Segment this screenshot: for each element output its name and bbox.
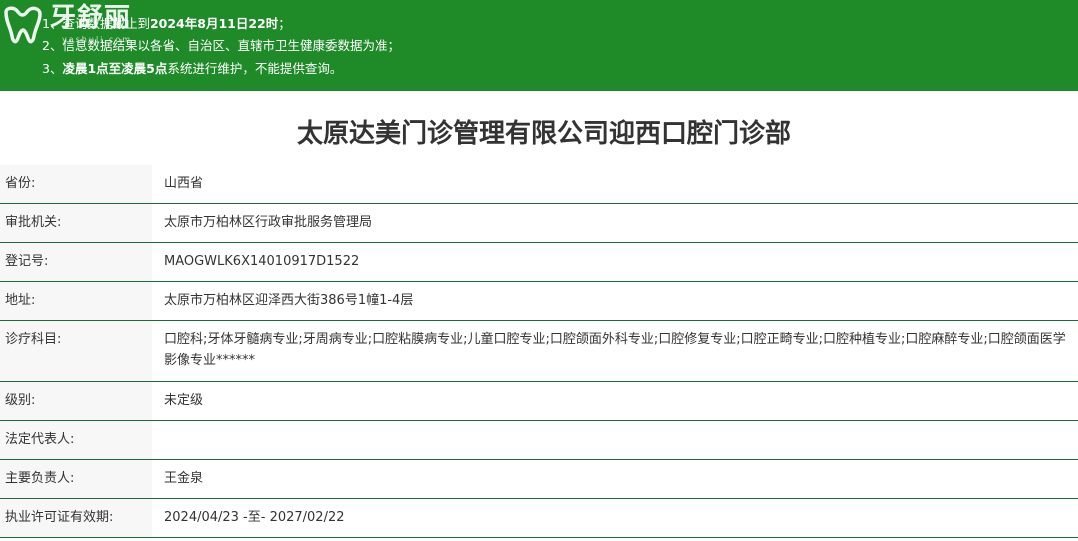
- row-label: 诊疗科目:: [0, 321, 152, 381]
- row-label: 地址:: [0, 282, 152, 320]
- notice-line-1: 1、查询数据截止到2024年8月11日22时；: [42, 16, 291, 32]
- notice-1-prefix: 1、查询数据截止到: [42, 16, 150, 31]
- tooth-logo-icon: [4, 6, 42, 44]
- table-row-principal: 主要负责人: 王金泉: [0, 460, 1078, 499]
- row-value: 太原市万柏林区迎泽西大街386号1幢1-4层: [164, 293, 414, 308]
- notice-1-suffix: ；: [278, 16, 291, 31]
- table-row-approval-authority: 审批机关: 太原市万柏林区行政审批服务管理局: [0, 204, 1078, 243]
- clinic-info-table: 省份: 山西省 审批机关: 太原市万柏林区行政审批服务管理局 登记号: MAOG…: [0, 165, 1078, 538]
- table-row-license-validity: 执业许可证有效期: 2024/04/23 -至- 2027/02/22: [0, 499, 1078, 538]
- table-row-level: 级别: 未定级: [0, 382, 1078, 421]
- row-label: 级别:: [0, 382, 152, 420]
- table-row-province: 省份: 山西省: [0, 165, 1078, 204]
- row-label: 登记号:: [0, 243, 152, 281]
- row-value: 太原市万柏林区行政审批服务管理局: [164, 215, 373, 230]
- row-label: 法定代表人:: [0, 421, 152, 459]
- notice-3-suffix: 系统进行维护，不能提供查询。: [167, 61, 343, 76]
- page-title: 太原达美门诊管理有限公司迎西口腔门诊部: [296, 119, 791, 149]
- row-value: [152, 421, 1078, 459]
- row-value: 王金泉: [164, 471, 204, 486]
- row-label: 省份:: [0, 165, 152, 203]
- row-value: MAOGWLK6X14010917D1522: [164, 254, 360, 269]
- row-value: 未定级: [164, 393, 204, 408]
- row-label: 执业许可证有效期:: [0, 499, 152, 537]
- table-row-address: 地址: 太原市万柏林区迎泽西大街386号1幢1-4层: [0, 282, 1078, 321]
- notice-line-2: 2、信息数据结果以各省、自治区、直辖市卫生健康委数据为准；: [42, 38, 400, 53]
- row-value: 山西省: [164, 176, 204, 191]
- row-value: 2024/04/23 -至- 2027/02/22: [164, 510, 345, 525]
- table-row-legal-representative: 法定代表人:: [0, 421, 1078, 460]
- row-label: 审批机关:: [0, 204, 152, 242]
- notice-1-date: 2024年8月11日22时: [149, 16, 279, 31]
- notice-3-prefix: 3、: [42, 61, 63, 76]
- row-value: 口腔科;牙体牙髓病专业;牙周病专业;口腔粘膜病专业;儿童口腔专业;口腔颌面外科专…: [164, 332, 1066, 368]
- table-row-registration-number: 登记号: MAOGWLK6X14010917D1522: [0, 243, 1078, 282]
- notice-3-bold: 凌晨1点至凌晨5点: [62, 61, 168, 76]
- table-row-departments: 诊疗科目: 口腔科;牙体牙髓病专业;牙周病专业;口腔粘膜病专业;儿童口腔专业;口…: [0, 321, 1078, 382]
- row-label: 主要负责人:: [0, 460, 152, 498]
- notice-line-3: 3、凌晨1点至凌晨5点系统进行维护，不能提供查询。: [42, 61, 342, 77]
- notice-banner: 牙舒丽 yashuli.com 1、查询数据截止到2024年8月11日22时； …: [0, 0, 1078, 91]
